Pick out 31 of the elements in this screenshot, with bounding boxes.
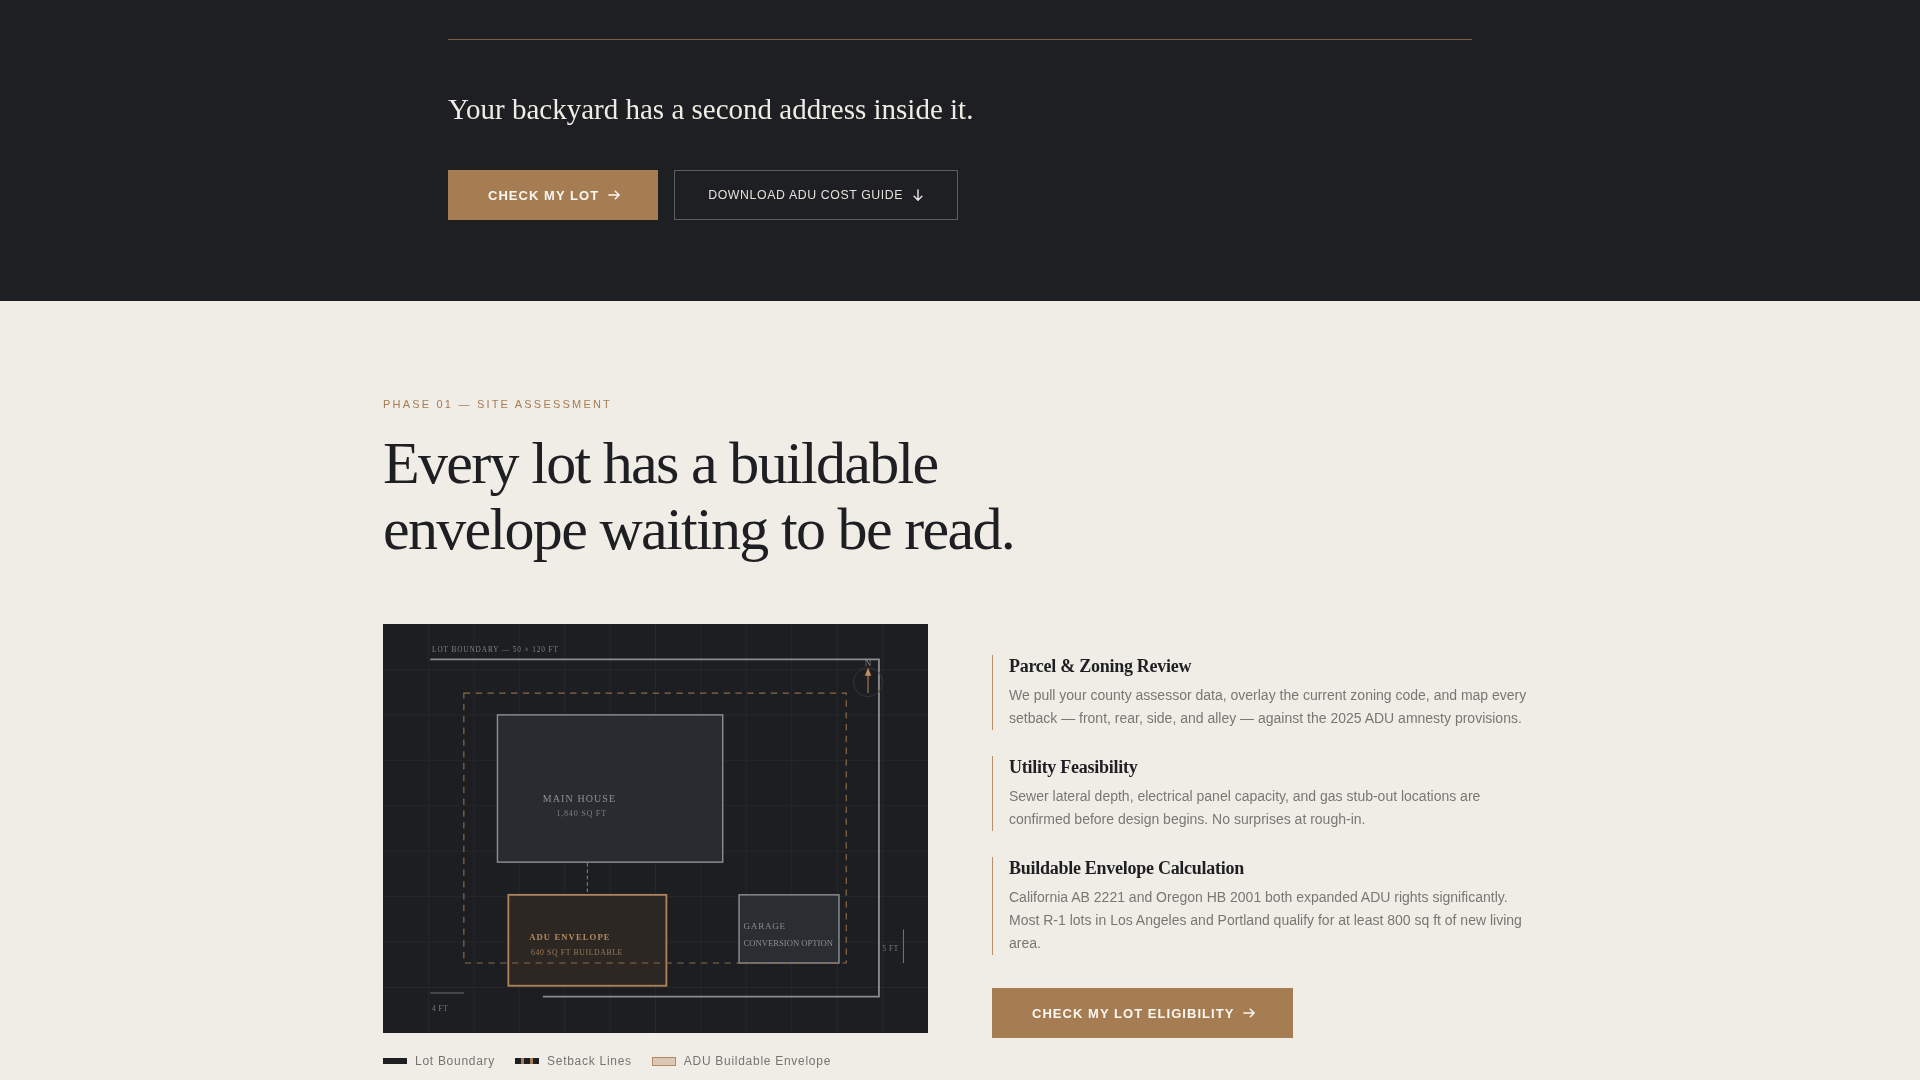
dimension-line: [429, 992, 465, 994]
structure-label: MAIN HOUSE: [542, 793, 617, 805]
download-button[interactable]: DOWNLOAD ADU COST GUIDE: [674, 170, 959, 220]
arrow-right-icon: [608, 189, 621, 201]
step-text: California AB 2221 and Oregon HB 2001 both expanded ADU rights significantly. Most R-1 lots in Los Angeles and Portland qualify for at least 800 sq ft of new living area.: [1009, 888, 1523, 953]
check-eligibility-button[interactable]: CHECK MY LOT ELIGIBILITY: [992, 988, 1294, 1038]
legend-label: ADU Buildable Envelope: [683, 1053, 832, 1069]
check-lot-button[interactable]: CHECK MY LOT: [448, 170, 659, 220]
step-title: Buildable Envelope Calculation: [1009, 857, 1244, 879]
compass-icon: [853, 667, 884, 698]
structure-label: ADU ENVELOPE: [529, 932, 611, 943]
arrow-down-icon: [912, 189, 925, 201]
dimension-line: [902, 928, 905, 964]
compass-label: N: [864, 657, 872, 668]
step-text: We pull your county assessor data, overlay the current zoning code, and map every setback — front, rear, side, and alley — against the 2025 ADU amnesty provisions.: [1009, 686, 1528, 728]
area-swatch-icon: [651, 1056, 676, 1066]
section-eyebrow: PHASE 01 — SITE ASSESSMENT: [383, 397, 612, 412]
legend-label: Setback Lines: [547, 1053, 632, 1069]
connector-line: [586, 862, 588, 895]
structure-detail: 1,840 SQ FT: [556, 808, 607, 818]
section-heading: Every lot has a buildable envelope waiting to be read.: [383, 430, 1016, 562]
line-swatch-icon: [383, 1058, 407, 1064]
step-title: Utility Feasibility: [1009, 756, 1138, 778]
arrow-right-icon: [1243, 1007, 1256, 1019]
step-text: Sewer lateral depth, electrical panel capacity, and gas stub-out locations are confirmed before design begins. No surprises at rough-in.: [1009, 787, 1482, 829]
hero-tagline: Your backyard has a second address inside it.: [448, 92, 974, 126]
structure-detail: CONVERSION OPTION: [743, 937, 833, 948]
dashed-swatch-icon: [515, 1058, 540, 1064]
step-title: Parcel & Zoning Review: [1009, 655, 1192, 677]
structure-label: GARAGE: [743, 921, 786, 932]
legend-label: Lot Boundary: [415, 1053, 496, 1069]
